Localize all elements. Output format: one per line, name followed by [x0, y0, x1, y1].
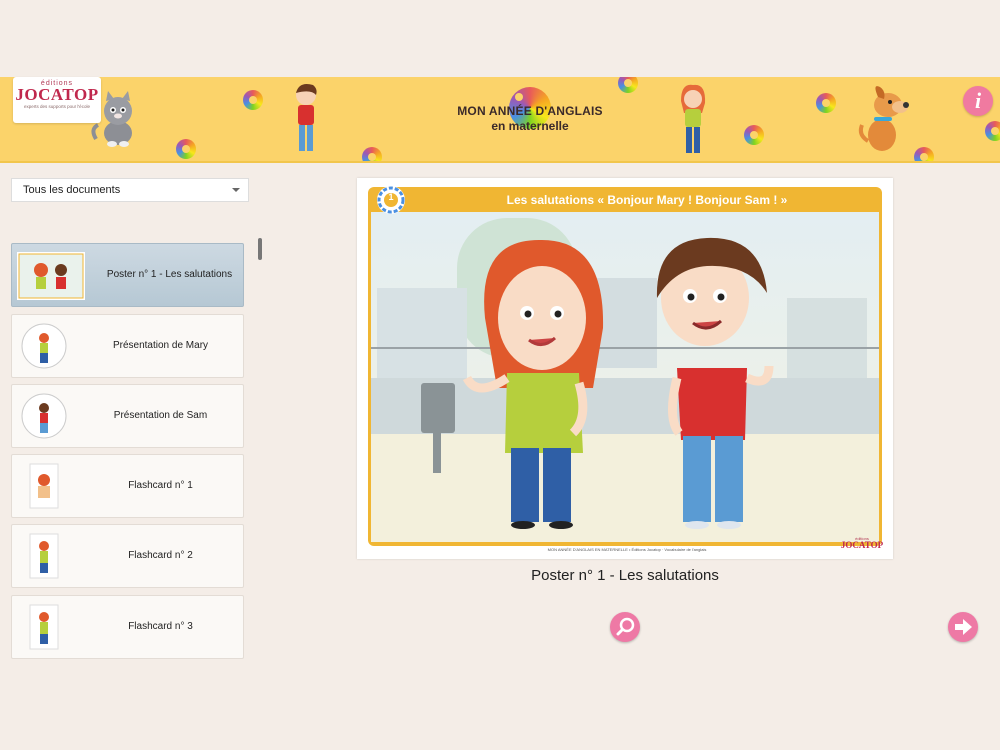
app-title-line2: en maternelle [491, 119, 569, 133]
mary-thumbnail [21, 323, 67, 369]
poster-thumbnail [17, 252, 85, 300]
flower-decoration-icon [618, 77, 638, 93]
list-scrollbar[interactable] [258, 238, 262, 260]
jocatop-logo[interactable]: éditions JOCATOP experts des supports po… [13, 77, 101, 123]
document-filter-select[interactable]: Tous les documents [11, 178, 249, 202]
girl-character-icon [681, 84, 706, 153]
list-item-label: Flashcard n° 1 [128, 480, 193, 491]
sam-thumbnail [21, 393, 67, 439]
list-item[interactable]: Poster n° 1 - Les salutations [11, 243, 244, 307]
flashcard-thumbnail [29, 463, 59, 509]
chevron-down-icon [232, 188, 240, 192]
list-item-label: Présentation de Mary [112, 340, 209, 351]
list-item[interactable]: Présentation de Sam [11, 384, 244, 448]
flower-decoration-icon [985, 121, 1000, 141]
dog-mascot-icon [858, 86, 909, 151]
app-title-line1: MON ANNÉE D'ANGLAIS [457, 104, 603, 118]
flower-decoration-icon [914, 147, 934, 161]
list-item-label: Poster n° 1 - Les salutations [106, 269, 233, 280]
poster-title: Les salutations « Bonjour Mary ! Bonjour… [506, 193, 788, 207]
poster-footer-logo: éditions JOCATOP [835, 536, 889, 550]
info-button[interactable]: i [963, 86, 993, 116]
poster-caption: Poster n° 1 - Les salutations [531, 567, 719, 584]
zoom-button[interactable] [610, 612, 640, 642]
logo-tagline: experts des supports pour l'école [24, 104, 90, 109]
flower-decoration-icon [243, 90, 263, 110]
list-item[interactable]: Flashcard n° 1 [11, 454, 244, 518]
document-list[interactable]: Poster n° 1 - Les salutations Présentati… [11, 243, 245, 663]
poster-logo-brand: JOCATOP [840, 540, 884, 550]
list-item[interactable]: Présentation de Mary [11, 314, 244, 378]
list-item-label: Flashcard n° 2 [128, 550, 193, 561]
magnifier-icon [616, 617, 635, 636]
list-item[interactable]: Flashcard n° 3 [11, 595, 244, 659]
list-item[interactable]: Flashcard n° 2 [11, 524, 244, 588]
poster-preview[interactable]: 1 Les salutations « Bonjour Mary ! Bonjo… [357, 178, 893, 559]
poster-image [368, 186, 882, 546]
logo-brand-text: JOCATOP [15, 85, 99, 104]
flower-decoration-icon [744, 125, 764, 145]
flower-decoration-icon [362, 147, 382, 161]
flower-decoration-icon [816, 93, 836, 113]
flashcard-thumbnail [29, 533, 59, 579]
arrow-right-icon [955, 619, 972, 635]
poster-footer-text: MON ANNÉE D'ANGLAIS EN MATERNELLE • Édit… [547, 547, 707, 552]
boy-character-icon [296, 84, 317, 151]
document-filter-value: Tous les documents [23, 184, 121, 196]
next-document-button[interactable] [948, 612, 978, 642]
flashcard-thumbnail [29, 604, 59, 650]
list-item-label: Flashcard n° 3 [128, 621, 193, 632]
flower-decoration-icon [176, 139, 196, 159]
list-item-label: Présentation de Sam [113, 410, 208, 421]
info-icon: i [974, 88, 982, 113]
app-title: MON ANNÉE D'ANGLAIS en maternelle [440, 104, 620, 133]
poster-badge-number: 1 [388, 192, 394, 202]
